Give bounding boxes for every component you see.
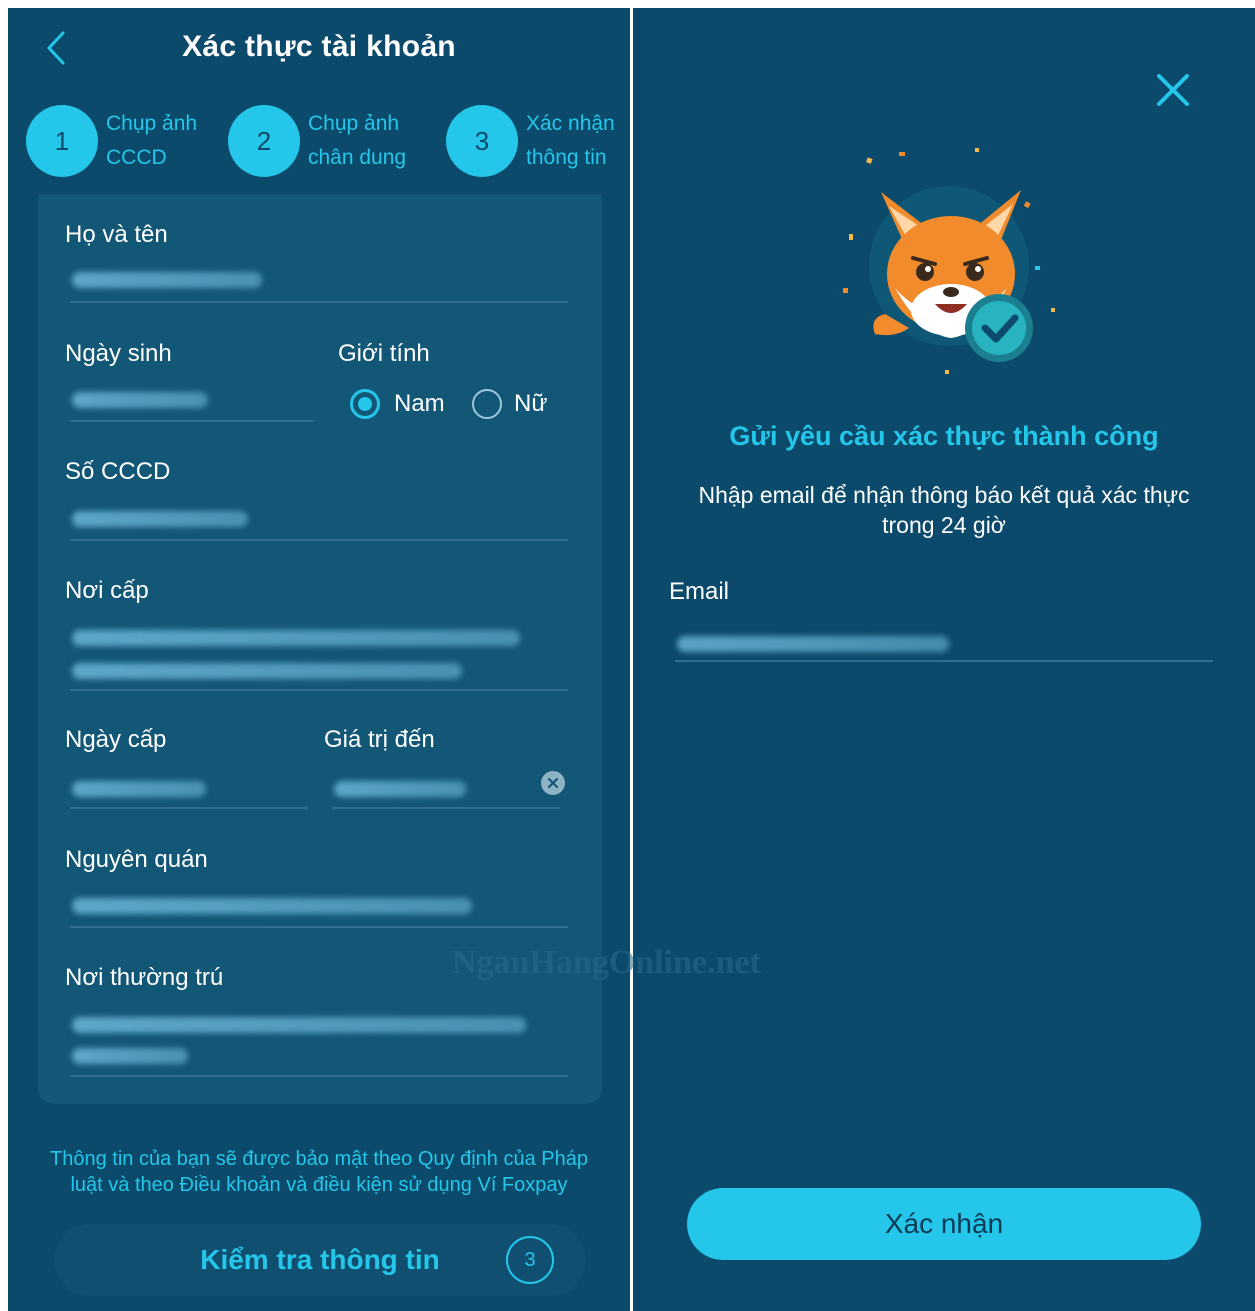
residence-label: Nơi thường trú xyxy=(65,964,224,991)
residence-value-redacted[interactable] xyxy=(72,1017,526,1033)
close-icon xyxy=(1157,74,1189,106)
hometown-underline xyxy=(70,926,568,928)
success-screen: Gửi yêu cầu xác thực thành công Nhập ema… xyxy=(633,8,1255,1311)
hometown-label: Nguyên quán xyxy=(65,846,208,873)
residence-value-redacted-2 xyxy=(72,1048,188,1064)
step-label: Xác nhận thông tin xyxy=(526,112,615,169)
step-number: 2 xyxy=(228,105,300,177)
hometown-value-redacted[interactable] xyxy=(72,898,472,914)
step-label: Chụp ảnh CCCD xyxy=(106,112,198,169)
step-number: 1 xyxy=(26,105,98,177)
expiry-value-redacted[interactable] xyxy=(334,781,466,797)
dob-underline xyxy=(70,420,314,422)
expiry-label: Giá trị đến xyxy=(324,726,435,753)
verification-form-screen: Xác thực tài khoản 1 Chụp ảnh CCCD 2 Chụ… xyxy=(8,8,630,1311)
issue-date-underline xyxy=(70,807,308,809)
check-info-button[interactable]: Kiểm tra thông tin 3 xyxy=(54,1224,586,1296)
dob-label: Ngày sinh xyxy=(65,340,172,367)
residence-underline xyxy=(70,1075,568,1077)
privacy-note: Thông tin của bạn sẽ được bảo mật theo Q… xyxy=(50,1148,588,1196)
step-1: 1 Chụp ảnh CCCD xyxy=(26,105,216,177)
fox-mascot-icon xyxy=(843,148,1055,374)
page-title: Xác thực tài khoản xyxy=(182,30,456,63)
full-name-value-redacted[interactable] xyxy=(72,272,262,288)
issue-date-label: Ngày cấp xyxy=(65,726,167,753)
app-screens: Xác thực tài khoản 1 Chụp ảnh CCCD 2 Chụ… xyxy=(0,0,1255,1311)
radio-selected xyxy=(350,389,380,419)
issue-place-value-redacted[interactable] xyxy=(72,630,520,646)
email-underline xyxy=(675,660,1213,662)
step-2: 2 Chụp ảnh chân dung xyxy=(228,105,418,177)
id-number-underline xyxy=(70,539,568,541)
issue-date-value-redacted[interactable] xyxy=(72,781,206,797)
check-info-label: Kiểm tra thông tin xyxy=(200,1244,440,1275)
success-subtitle: Nhập email để nhận thông báo kết quả xác… xyxy=(698,482,1190,538)
issue-place-underline xyxy=(70,689,568,691)
full-name-label: Họ và tên xyxy=(65,221,168,248)
radio-unselected xyxy=(472,389,502,419)
dob-value-redacted[interactable] xyxy=(72,392,208,408)
gender-option-nu[interactable]: Nữ xyxy=(472,389,547,419)
step-label: Chụp ảnh chân dung xyxy=(308,112,407,169)
issue-place-label: Nơi cấp xyxy=(65,577,149,604)
id-number-label: Số CCCD xyxy=(65,458,171,485)
email-value-redacted[interactable] xyxy=(677,636,949,652)
close-button[interactable] xyxy=(1153,70,1193,110)
step-number: 3 xyxy=(446,105,518,177)
confirm-label: Xác nhận xyxy=(884,1208,1004,1239)
gender-label: Giới tính xyxy=(338,340,430,367)
success-title: Gửi yêu cầu xác thực thành công xyxy=(729,421,1159,451)
id-number-value-redacted[interactable] xyxy=(72,511,248,527)
watermark: NganHangOnline.net xyxy=(452,944,761,981)
expiry-underline xyxy=(332,807,560,809)
clear-icon[interactable] xyxy=(541,771,565,795)
confirm-button[interactable]: Xác nhận xyxy=(687,1188,1201,1260)
issue-place-value-redacted-2 xyxy=(72,663,462,679)
email-label: Email xyxy=(669,578,730,605)
countdown-badge: 3 xyxy=(506,1236,554,1284)
step-3: 3 Xác nhận thông tin xyxy=(446,105,626,177)
full-name-underline xyxy=(70,301,568,303)
gender-option-nam[interactable]: Nam xyxy=(350,389,445,419)
